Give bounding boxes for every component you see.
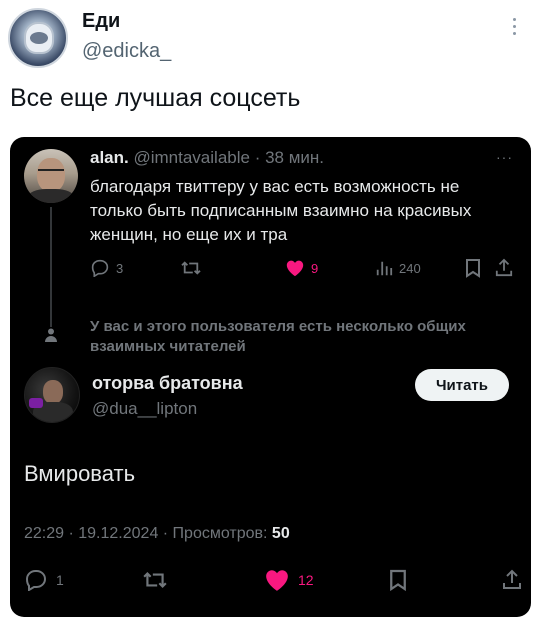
quoted-views-count: 240 <box>399 260 421 276</box>
outer-author-name[interactable]: Еди <box>82 10 120 33</box>
outer-avatar[interactable] <box>8 8 68 68</box>
quoted-text: благодаря твиттеру у вас есть возможност… <box>90 177 472 244</box>
post-timestamp: 22:29 · 19.12.2024 · Просмотров: <box>24 525 272 542</box>
quoted-share-button[interactable] <box>495 257 513 279</box>
quoted-reply-button[interactable]: 3 <box>90 257 123 279</box>
reply-name[interactable]: оторва братовна <box>92 373 243 394</box>
outer-post-text: Все еще лучшая соцсеть <box>10 84 301 112</box>
quoted-views-button[interactable]: 240 <box>375 257 421 279</box>
quoted-handle[interactable]: @imntavailable <box>133 148 249 167</box>
bookmark-icon <box>390 569 406 592</box>
follow-button[interactable]: Читать <box>415 369 509 401</box>
heart-icon <box>266 570 288 591</box>
screenshot-card: alan. @imntavailable · 38 мин. ··· благо… <box>10 137 531 617</box>
repost-icon <box>181 261 201 275</box>
heart-icon <box>286 260 304 277</box>
quoted-like-count: 9 <box>311 260 319 276</box>
reply-icon <box>91 259 109 277</box>
quoted-bookmark-button[interactable] <box>465 257 481 279</box>
like-button[interactable]: 12 <box>264 567 314 593</box>
reply-icon <box>25 570 47 591</box>
quoted-header: alan. @imntavailable · 38 мин. <box>90 148 324 168</box>
reply-avatar[interactable] <box>24 367 80 423</box>
quoted-avatar[interactable] <box>24 149 78 203</box>
reply-handle[interactable]: @dua__lipton <box>92 399 197 419</box>
like-count: 12 <box>298 572 314 588</box>
outer-author-handle[interactable]: @edicka_ <box>82 40 171 63</box>
repost-button[interactable] <box>142 567 168 593</box>
person-icon <box>45 328 57 342</box>
helmet-visor <box>30 32 48 44</box>
bookmark-icon <box>466 259 480 278</box>
quoted-actions: 3 9 240 <box>90 257 513 279</box>
quoted-more-icon[interactable]: ··· <box>496 149 513 165</box>
quoted-name[interactable]: alan. <box>90 148 129 167</box>
reply-text: Вмировать <box>24 461 136 486</box>
post-meta: 22:29 · 19.12.2024 · Просмотров: 50 <box>24 525 290 543</box>
reply-count: 1 <box>56 572 64 588</box>
views-icon <box>376 261 393 276</box>
share-button[interactable] <box>502 567 522 593</box>
quoted-like-button[interactable]: 9 <box>285 257 318 279</box>
more-options-icon[interactable] <box>512 18 518 40</box>
bookmark-button[interactable] <box>389 567 407 593</box>
thread-line <box>50 207 52 327</box>
reply-actions: 1 12 <box>24 567 524 593</box>
common-followers-note: У вас и этого пользователя есть нескольк… <box>90 318 466 355</box>
quoted-time: · 38 мин. <box>254 148 325 167</box>
repost-icon <box>143 571 167 589</box>
reply-button[interactable]: 1 <box>24 567 64 593</box>
share-icon <box>495 258 513 277</box>
share-icon <box>503 569 521 589</box>
quoted-repost-button[interactable] <box>180 257 202 279</box>
quoted-reply-count: 3 <box>116 260 124 276</box>
post-views-count[interactable]: 50 <box>272 525 290 542</box>
